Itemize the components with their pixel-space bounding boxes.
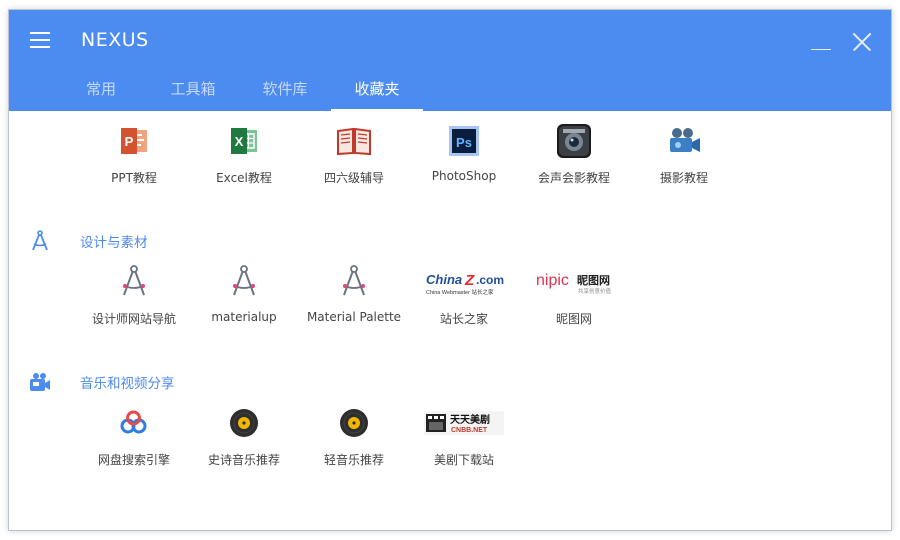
vinyl-record-icon (334, 405, 374, 441)
nipic-logo-icon: nipic 昵图网 共享创意价值 (534, 264, 614, 300)
favorites-content: P PPT教程 X Excel教程 四六级辅导 Ps PhotoShop 会声会… (9, 111, 891, 530)
app-title: NEXUS (81, 29, 149, 51)
tile-light-music[interactable]: 轻音乐推荐 (299, 405, 409, 468)
svg-text:nipic: nipic (536, 272, 569, 289)
tile-material-palette[interactable]: Material Palette (299, 264, 409, 327)
tile-label: 四六级辅导 (323, 171, 384, 185)
excel-icon: X (224, 123, 264, 159)
tab-common[interactable]: 常用 (55, 76, 147, 111)
app-window: NEXUS 常用 工具箱 软件库 收藏夹 P PPT教程 X Excel教程 四… (8, 9, 892, 531)
tab-favorites[interactable]: 收藏夹 (331, 76, 423, 111)
ttmj-logo-icon: 天天美剧 CNBB.NET (424, 405, 504, 441)
media-grid: 网盘搜索引擎 史诗音乐推荐 轻音乐推荐 天天美剧 CNBB.NET 美剧下载站 (79, 405, 519, 468)
svg-text:Z: Z (464, 272, 475, 289)
svg-text:CNBB.NET: CNBB.NET (451, 427, 488, 434)
tile-excel-tutorial[interactable]: X Excel教程 (189, 123, 299, 186)
section-header-media: 音乐和视频分享 (29, 371, 175, 393)
section-header-design: 设计与素材 (29, 230, 148, 252)
svg-text:共享创意价值: 共享创意价值 (578, 287, 612, 295)
tile-cet-tutoring[interactable]: 四六级辅导 (299, 123, 409, 186)
tile-label: 轻音乐推荐 (323, 453, 384, 467)
section-title: 音乐和视频分享 (80, 376, 175, 392)
tile-label: materialup (211, 310, 277, 324)
tile-materialup[interactable]: materialup (189, 264, 299, 327)
tile-photoshop[interactable]: Ps PhotoShop (409, 123, 519, 186)
tile-nipic[interactable]: nipic 昵图网 共享创意价值 昵图网 (519, 264, 629, 327)
section-title: 设计与素材 (80, 235, 148, 251)
svg-text:China Webmaster 站长之家: China Webmaster 站长之家 (426, 288, 494, 296)
tile-cloud-search[interactable]: 网盘搜索引擎 (79, 405, 189, 468)
tile-chinaz[interactable]: China Z .com China Webmaster 站长之家 站长之家 (409, 264, 519, 327)
tile-label: Excel教程 (216, 171, 272, 185)
compass-icon (29, 230, 51, 252)
tile-label: 摄影教程 (659, 171, 708, 185)
compass-icon (224, 264, 264, 300)
svg-text:X: X (235, 134, 244, 149)
tile-label: 网盘搜索引擎 (97, 453, 170, 467)
tile-ppt-tutorial[interactable]: P PPT教程 (79, 123, 189, 186)
tile-video-editor-tutorial[interactable]: 会声会影教程 (519, 123, 629, 186)
vinyl-record-icon (224, 405, 264, 441)
svg-text:天天美剧: 天天美剧 (450, 413, 490, 426)
tab-toolbox[interactable]: 工具箱 (147, 76, 239, 111)
svg-text:P: P (125, 134, 134, 149)
close-icon[interactable] (849, 30, 873, 54)
tile-label: 站长之家 (439, 312, 488, 326)
cloud-search-icon (114, 405, 154, 441)
tile-label: 美剧下载站 (433, 453, 494, 467)
tutorial-grid: P PPT教程 X Excel教程 四六级辅导 Ps PhotoShop 会声会… (79, 123, 739, 186)
tile-label: Material Palette (306, 310, 402, 324)
powerpoint-icon: P (114, 123, 154, 159)
tile-label: 史诗音乐推荐 (207, 453, 280, 467)
minimize-icon[interactable] (809, 34, 833, 50)
svg-text:Ps: Ps (456, 135, 472, 150)
title-bar: NEXUS 常用 工具箱 软件库 收藏夹 (9, 10, 891, 111)
svg-text:昵图网: 昵图网 (577, 274, 610, 287)
design-grid: 设计师网站导航 materialup Material Palette Chin… (79, 264, 629, 327)
tile-designer-nav[interactable]: 设计师网站导航 (79, 264, 189, 327)
video-share-icon (29, 371, 51, 393)
open-book-icon (334, 123, 374, 159)
tile-epic-music[interactable]: 史诗音乐推荐 (189, 405, 299, 468)
video-camera-icon (664, 123, 704, 159)
compass-icon (114, 264, 154, 300)
video-editor-icon (554, 123, 594, 159)
tab-software-library[interactable]: 软件库 (239, 76, 331, 111)
tile-label: 昵图网 (555, 312, 592, 326)
tile-photography-tutorial[interactable]: 摄影教程 (629, 123, 739, 186)
tile-label: PhotoShop (431, 169, 497, 183)
hamburger-menu-icon[interactable] (30, 32, 52, 50)
chinaz-logo-icon: China Z .com China Webmaster 站长之家 (424, 264, 504, 300)
tile-label: 会声会影教程 (537, 171, 610, 185)
svg-text:.com: .com (476, 273, 504, 287)
tab-bar: 常用 工具箱 软件库 收藏夹 (55, 76, 423, 111)
tile-label: PPT教程 (111, 171, 157, 185)
svg-text:China: China (426, 272, 462, 287)
tile-label: 设计师网站导航 (91, 312, 176, 326)
compass-icon (334, 264, 374, 300)
tile-us-tv-download[interactable]: 天天美剧 CNBB.NET 美剧下载站 (409, 405, 519, 468)
photoshop-icon: Ps (444, 123, 484, 159)
